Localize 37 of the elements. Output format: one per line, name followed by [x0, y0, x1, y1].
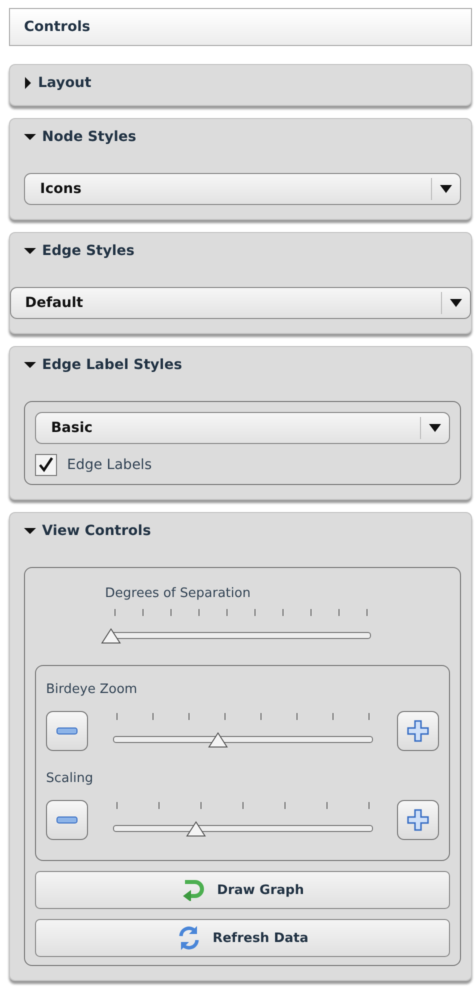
dropdown-arrow-icon [450, 299, 462, 307]
collapse-arrow-icon [24, 527, 36, 535]
expand-arrow-icon [24, 77, 32, 89]
minus-icon [56, 815, 78, 825]
slider-thumb[interactable] [101, 628, 121, 644]
minus-button[interactable] [46, 711, 88, 751]
slider-thumb[interactable] [208, 732, 228, 748]
plus-icon [407, 720, 429, 742]
action-button[interactable]: Draw Graph [35, 871, 450, 909]
slider-label: Scaling [46, 771, 94, 786]
collapse-arrow-icon [24, 247, 36, 255]
return-arrow-icon [181, 879, 206, 901]
plus-button[interactable] [397, 800, 439, 840]
panel-title: Controls [9, 8, 472, 46]
minus-button[interactable] [46, 800, 88, 840]
checkbox-label: Edge Labels [67, 457, 152, 473]
checkbox[interactable] [35, 454, 57, 476]
refresh-icon [176, 925, 201, 951]
collapse-arrow-icon [24, 361, 36, 369]
style-dropdown[interactable]: Default [10, 287, 471, 319]
plus-button[interactable] [397, 711, 439, 751]
panel-header[interactable]: View Controls [10, 513, 161, 543]
panel-header[interactable]: Layout [10, 65, 102, 95]
minus-icon [56, 726, 78, 736]
action-button[interactable]: Refresh Data [35, 919, 450, 957]
panel-header[interactable]: Edge Label Styles [10, 347, 192, 377]
style-dropdown[interactable]: Basic [35, 412, 450, 444]
slider-label: Birdeye Zoom [46, 682, 138, 697]
slider-thumb[interactable] [186, 821, 206, 837]
panel-header[interactable]: Node Styles [10, 119, 146, 149]
collapse-arrow-icon [24, 133, 36, 141]
slider-label: Degrees of Separation [105, 586, 251, 601]
plus-icon [407, 809, 429, 831]
panel-header[interactable]: Edge Styles [10, 233, 145, 263]
dropdown-arrow-icon [429, 424, 441, 432]
style-dropdown[interactable]: Icons [24, 173, 461, 205]
dropdown-arrow-icon [440, 185, 452, 193]
